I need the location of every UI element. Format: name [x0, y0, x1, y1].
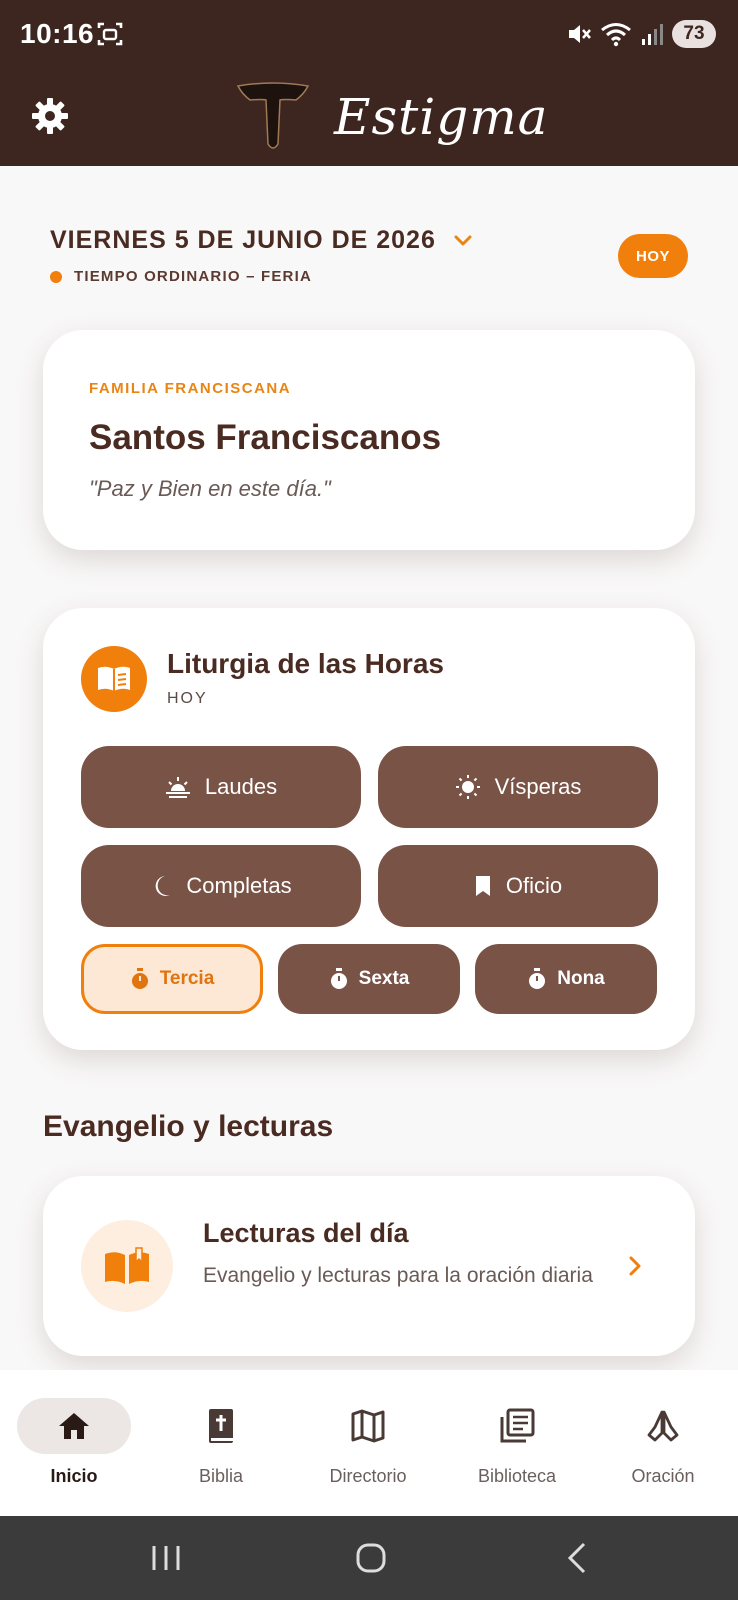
tercia-button[interactable]: Tercia	[81, 944, 263, 1014]
liturgy-title: Liturgia de las Horas	[167, 648, 444, 679]
app-title: Estigma	[334, 88, 549, 146]
screenshot-icon	[97, 22, 123, 46]
moon-icon	[156, 876, 171, 896]
oficio-button[interactable]: Oficio	[378, 845, 658, 927]
map-icon	[351, 1409, 385, 1443]
readings-card[interactable]: Lecturas del día Evangelio y lecturas pa…	[43, 1176, 695, 1356]
readings-card-description: Evangelio y lecturas para la oración dia…	[203, 1264, 593, 1287]
completas-button[interactable]: Completas	[81, 845, 361, 927]
tau-cross-logo	[236, 82, 310, 149]
date-label: VIERNES 5 DE JUNIO DE 2026	[50, 226, 436, 254]
readings-card-title: Lecturas del día	[203, 1218, 409, 1248]
nav-item-directorio[interactable]: Directorio	[303, 1398, 433, 1487]
nav-label-biblia: Biblia	[198, 1466, 244, 1486]
nav-item-inicio[interactable]: Inicio	[9, 1398, 139, 1487]
saint-card[interactable]: FAMILIA FRANCISCANA Santos Franciscanos …	[43, 330, 695, 550]
tercia-label: Tercia	[159, 968, 215, 989]
laudes-button[interactable]: Laudes	[81, 746, 361, 828]
chevron-down-icon[interactable]	[452, 230, 474, 252]
status-time: 10:16	[20, 18, 95, 49]
sun-icon	[455, 775, 480, 799]
liturgy-subtitle: HOY	[167, 690, 208, 707]
sunrise-icon	[165, 777, 190, 798]
sexta-label: Sexta	[358, 968, 410, 989]
nav-item-biblioteca[interactable]: Biblioteca	[452, 1398, 582, 1487]
gear-icon[interactable]	[30, 96, 70, 136]
nav-label-biblioteca: Biblioteca	[477, 1466, 557, 1486]
liturgical-season: TIEMPO ORDINARIO – FERIA	[50, 268, 312, 285]
date-selector[interactable]: VIERNES 5 DE JUNIO DE 2026	[50, 226, 474, 255]
saint-kicker: FAMILIA FRANCISCANA	[89, 380, 292, 397]
app-header: 10:16 73 Estigma	[0, 0, 738, 166]
completas-label: Completas	[186, 873, 292, 898]
bookmark-icon	[475, 876, 490, 896]
battery-indicator: 73	[672, 20, 716, 48]
visperas-button[interactable]: Vísperas	[378, 746, 658, 828]
nav-item-oracion[interactable]: Oración	[598, 1398, 728, 1487]
season-label: TIEMPO ORDINARIO – FERIA	[74, 268, 312, 285]
bible-icon	[209, 1409, 233, 1443]
home-button-icon[interactable]	[355, 1542, 387, 1574]
reading-book-icon	[81, 1220, 173, 1312]
library-icon	[500, 1408, 535, 1443]
laudes-label: Laudes	[204, 774, 278, 799]
season-dot	[50, 270, 62, 283]
oficio-label: Oficio	[505, 873, 563, 898]
today-button[interactable]: HOY	[618, 234, 688, 278]
wifi-icon	[601, 23, 631, 47]
stopwatch-icon	[330, 968, 347, 989]
nav-item-biblia[interactable]: Biblia	[156, 1398, 286, 1487]
system-navigation-bar	[0, 1516, 738, 1600]
nav-label-oracion: Oración	[631, 1466, 695, 1486]
liturgy-card: Liturgia de las Horas HOY Laudes Víspera…	[43, 608, 695, 1050]
open-book-icon	[81, 646, 147, 712]
nav-label-directorio: Directorio	[329, 1466, 407, 1486]
status-bar: 10:16 73	[0, 0, 738, 70]
readings-section-title: Evangelio y lecturas	[43, 1110, 334, 1143]
praying-hands-icon	[647, 1410, 679, 1442]
saint-title: Santos Franciscanos	[89, 418, 442, 457]
mute-icon	[569, 25, 591, 43]
nona-label: Nona	[557, 968, 605, 989]
nona-button[interactable]: Nona	[475, 944, 657, 1014]
signal-icon	[642, 24, 663, 45]
sexta-button[interactable]: Sexta	[278, 944, 460, 1014]
recent-apps-icon[interactable]	[150, 1544, 182, 1572]
chevron-right-icon	[629, 1256, 641, 1276]
back-icon[interactable]	[566, 1542, 588, 1574]
visperas-label: Vísperas	[494, 774, 582, 799]
stopwatch-icon	[131, 968, 148, 989]
saint-quote: "Paz y Bien en este día."	[89, 476, 331, 501]
home-icon	[59, 1413, 89, 1439]
nav-label-inicio: Inicio	[50, 1466, 98, 1486]
bottom-navigation: Inicio Biblia Directorio Biblioteca Orac…	[0, 1370, 738, 1516]
stopwatch-icon	[529, 968, 546, 989]
